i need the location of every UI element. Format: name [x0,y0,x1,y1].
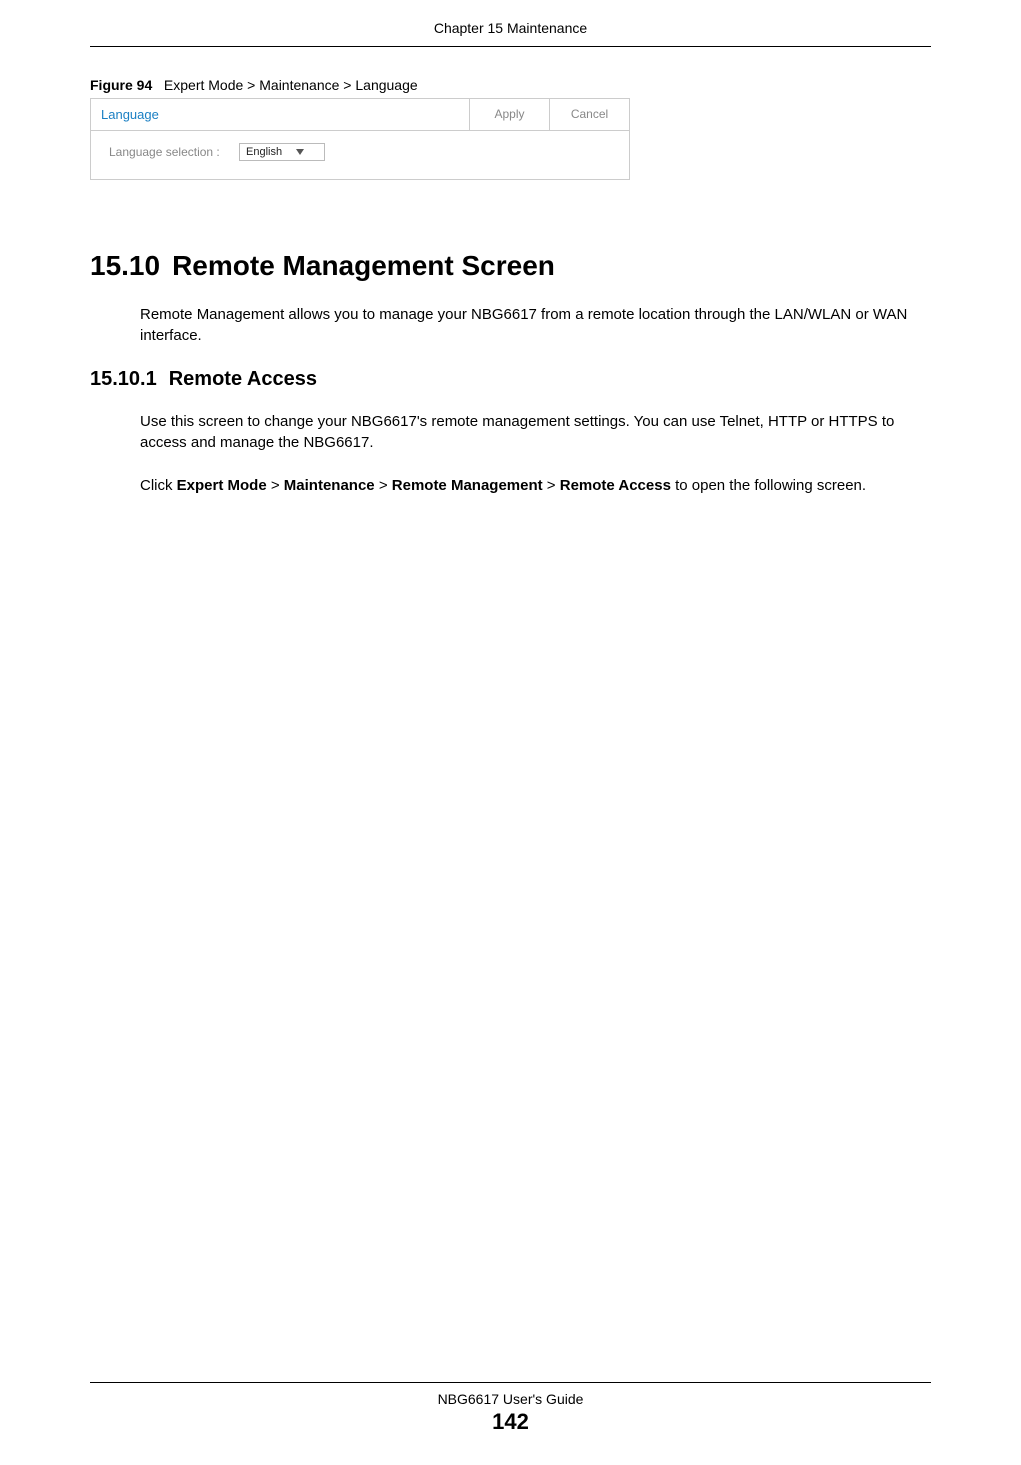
subsection-p1: Use this screen to change your NBG6617's… [140,411,931,453]
footer-rule [90,1382,931,1383]
section-body: Remote Management allows you to manage y… [140,304,931,346]
subsection-heading: 15.10.1 Remote Access [90,368,931,391]
p2-sep1: > [267,477,284,494]
language-select[interactable]: English [239,143,325,161]
p2-b1: Expert Mode [177,477,267,494]
p2-b2: Maintenance [284,477,375,494]
figure-caption-text: Expert Mode > Maintenance > Language [164,77,418,93]
chapter-header: Chapter 15 Maintenance [0,0,1021,46]
p2-sep3: > [543,477,560,494]
language-selection-label: Language selection : [109,145,239,159]
p2-b4: Remote Access [560,477,671,494]
p2-b3: Remote Management [392,477,543,494]
cancel-button[interactable]: Cancel [549,99,629,130]
p2-pre: Click [140,477,177,494]
apply-button[interactable]: Apply [469,99,549,130]
figure-label: Figure 94 [90,77,152,93]
page-footer: NBG6617 User's Guide 142 [0,1382,1021,1435]
panel-header: Language Apply Cancel [91,99,629,131]
panel-body: Language selection : English [91,131,629,179]
section-title: Remote Management Screen [172,250,555,281]
subsection-title: Remote Access [169,368,317,390]
subsection-number: 15.10.1 [90,368,157,391]
section-heading: 15.10 Remote Management Screen [90,250,931,282]
p2-sep2: > [375,477,392,494]
chevron-down-icon [296,149,304,155]
page-number: 142 [0,1409,1021,1435]
section-number: 15.10 [90,250,160,282]
p2-post: to open the following screen. [671,477,866,494]
footer-guide-title: NBG6617 User's Guide [0,1391,1021,1407]
language-panel: Language Apply Cancel Language selection… [90,98,630,180]
figure-caption: Figure 94 Expert Mode > Maintenance > La… [90,77,931,93]
page-content: Figure 94 Expert Mode > Maintenance > La… [0,47,1021,496]
subsection-p2: Click Expert Mode > Maintenance > Remote… [140,475,931,496]
panel-title: Language [91,99,469,130]
language-select-value: English [246,146,282,158]
